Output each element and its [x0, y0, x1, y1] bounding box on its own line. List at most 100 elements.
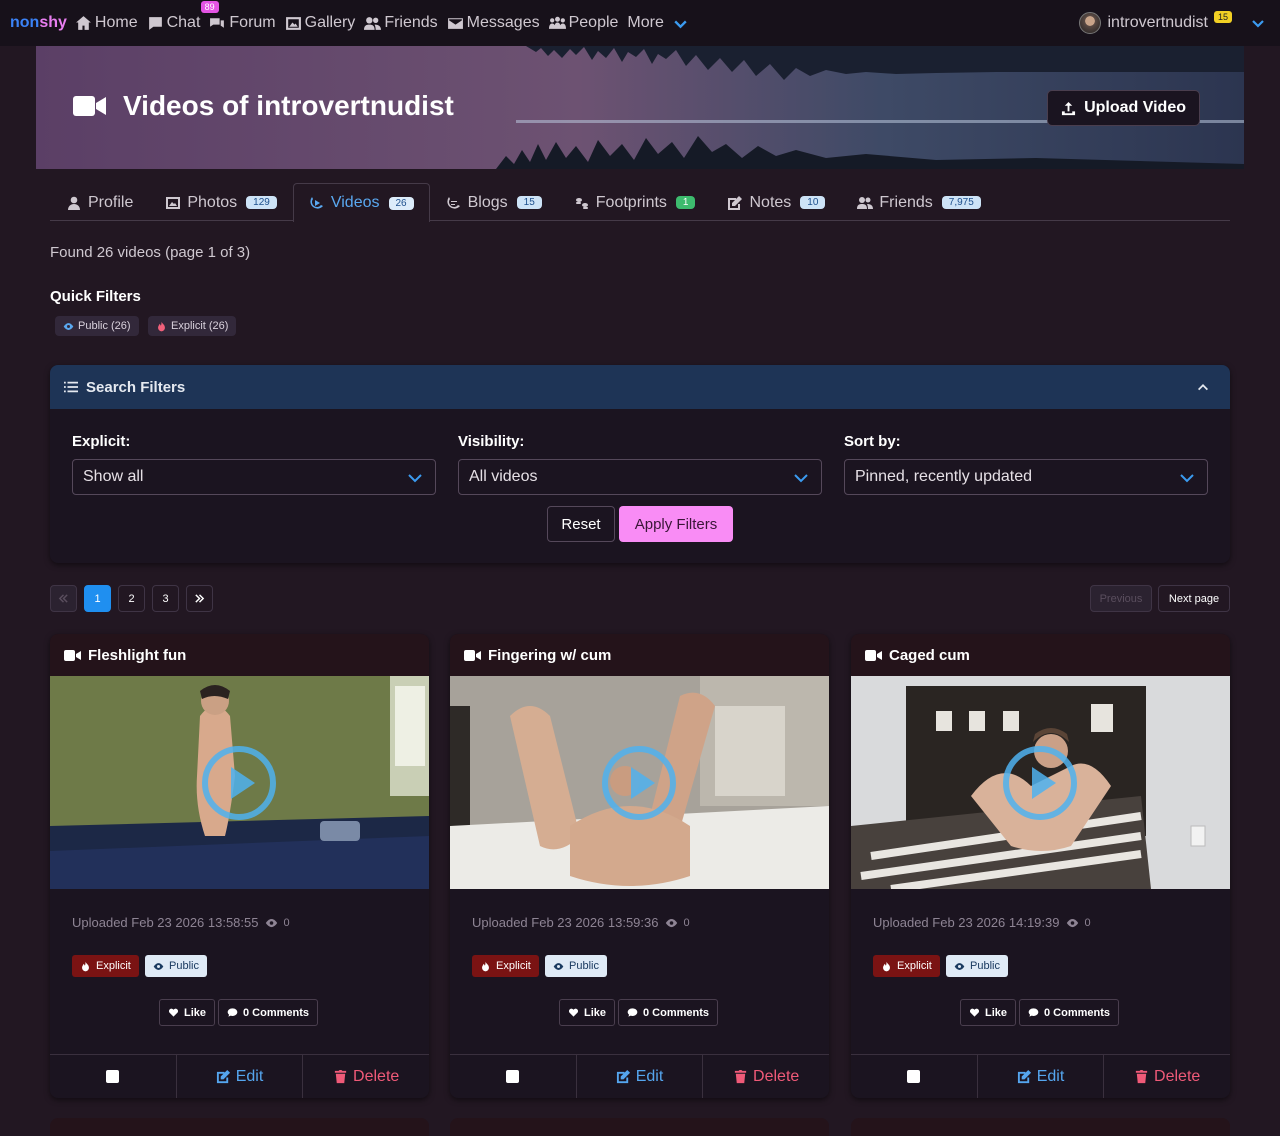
comments-button[interactable]: 0 Comments: [1019, 999, 1120, 1026]
chevron-up-icon[interactable]: [1196, 380, 1210, 394]
play-icon: [602, 746, 676, 820]
video-icon: [310, 197, 323, 209]
delete-button[interactable]: Delete: [303, 1055, 429, 1098]
play-icon: [202, 746, 276, 820]
select-checkbox[interactable]: [506, 1070, 520, 1083]
tab-count-badge: 26: [388, 196, 414, 210]
select-checkbox-cell: [50, 1055, 177, 1098]
previous-page-button: Previous: [1090, 585, 1152, 612]
card-actions: Edit Delete: [50, 1054, 429, 1098]
top-navbar: nonshy Home Chat 89 Forum Gallery Friend…: [0, 0, 1280, 46]
tab-photos[interactable]: Photos 129: [149, 183, 293, 221]
public-badge: Public: [145, 955, 207, 977]
double-chevron-right-icon: [195, 594, 205, 603]
nav-home[interactable]: Home: [75, 14, 138, 32]
heart-icon: [568, 1008, 579, 1017]
forum-icon: [210, 17, 225, 28]
quick-filter-explicit[interactable]: Explicit (26): [148, 316, 237, 336]
select-checkbox[interactable]: [106, 1070, 120, 1083]
upload-meta: Uploaded Feb 23 2026 13:58:55 0: [72, 915, 290, 930]
results-count: Found 26 videos (page 1 of 3): [50, 244, 251, 261]
edit-button[interactable]: Edit: [177, 1055, 304, 1098]
tab-videos[interactable]: Videos 26: [292, 183, 430, 222]
nav-gallery[interactable]: Gallery: [285, 14, 355, 32]
page-1-button[interactable]: 1: [84, 585, 111, 612]
nav-chat[interactable]: Chat 89: [147, 1, 219, 32]
footprints-icon: [575, 197, 588, 209]
last-page-button[interactable]: [186, 585, 213, 612]
view-count: 0: [683, 916, 690, 929]
upload-icon: [1062, 101, 1076, 115]
nav-forum[interactable]: Forum: [209, 14, 276, 32]
quick-filter-public[interactable]: Public (26): [55, 316, 139, 336]
nav-messages[interactable]: Messages: [447, 14, 540, 32]
tab-blogs[interactable]: Blogs 15: [430, 183, 558, 221]
select-checkbox-cell: [851, 1055, 978, 1098]
explicit-label: Explicit:: [72, 433, 131, 450]
video-card: Caged cum Uploaded Feb 23 2026 14:19:39 …: [851, 634, 1230, 1098]
page-3-button[interactable]: 3: [152, 585, 179, 612]
like-button[interactable]: Like: [159, 999, 216, 1026]
apply-filters-button[interactable]: Apply Filters: [619, 506, 733, 542]
upload-video-button[interactable]: Upload Video: [1047, 90, 1200, 126]
tab-profile[interactable]: Profile: [50, 183, 149, 221]
upload-meta: Uploaded Feb 23 2026 14:19:39 0: [873, 915, 1091, 930]
video-camera-icon: [464, 649, 481, 661]
delete-button[interactable]: Delete: [703, 1055, 829, 1098]
tab-friends[interactable]: Friends 7,975: [841, 183, 996, 221]
home-icon: [75, 15, 91, 30]
select-checkbox[interactable]: [907, 1070, 921, 1083]
video-card-header: Fingering w/ cum: [450, 634, 829, 676]
tab-footprints[interactable]: Footprints 1: [558, 183, 712, 221]
like-button[interactable]: Like: [559, 999, 616, 1026]
edit-button[interactable]: Edit: [577, 1055, 704, 1098]
video-card: [450, 1118, 829, 1136]
video-camera-icon: [73, 96, 106, 116]
video-thumbnail[interactable]: [50, 676, 429, 889]
video-camera-icon: [64, 649, 81, 661]
list-icon: [64, 381, 78, 393]
explicit-badge: Explicit: [472, 955, 539, 977]
view-count: 0: [283, 916, 290, 929]
chat-count-badge: 89: [200, 1, 219, 13]
user-icon: [68, 196, 80, 210]
card-actions: Edit Delete: [450, 1054, 829, 1098]
reset-button[interactable]: Reset: [547, 506, 615, 542]
chevron-down-icon: [1180, 474, 1194, 483]
nav-friends[interactable]: Friends: [364, 14, 438, 32]
comments-button[interactable]: 0 Comments: [618, 999, 719, 1026]
fire-icon: [482, 961, 489, 971]
video-thumbnail[interactable]: [450, 676, 829, 889]
sort-select[interactable]: Pinned, recently updated: [844, 459, 1208, 495]
tab-notes[interactable]: Notes 10: [711, 183, 841, 221]
like-button[interactable]: Like: [960, 999, 1017, 1026]
tab-count-badge: 129: [246, 196, 277, 209]
people-icon: [548, 16, 566, 29]
page-2-button[interactable]: 2: [118, 585, 145, 612]
first-page-button: [50, 585, 77, 612]
trash-icon: [334, 1069, 347, 1084]
edit-icon: [616, 1069, 630, 1084]
search-filters-header[interactable]: Search Filters: [50, 365, 1230, 409]
nav-more[interactable]: More: [627, 14, 688, 32]
video-thumbnail[interactable]: [851, 676, 1230, 889]
explicit-select[interactable]: Show all: [72, 459, 436, 495]
double-chevron-left-icon: [58, 594, 68, 603]
edit-button[interactable]: Edit: [978, 1055, 1105, 1098]
select-checkbox-cell: [450, 1055, 577, 1098]
page-banner: Videos of introvertnudist Upload Video: [36, 46, 1244, 169]
next-page-button[interactable]: Next page: [1158, 585, 1230, 612]
nav-people[interactable]: People: [548, 14, 618, 32]
gallery-icon: [285, 16, 301, 30]
user-menu[interactable]: introvertnudist 15: [1079, 0, 1266, 46]
tab-count-badge: 15: [516, 196, 542, 209]
chevron-down-icon: [408, 474, 422, 483]
video-card: Fleshlight fun Uploaded Feb 23 2026 13:5…: [50, 634, 429, 1098]
tab-count-badge: 1: [675, 196, 696, 209]
heart-icon: [168, 1008, 179, 1017]
delete-button[interactable]: Delete: [1104, 1055, 1230, 1098]
comments-button[interactable]: 0 Comments: [218, 999, 319, 1026]
video-card: [851, 1118, 1230, 1136]
visibility-select[interactable]: All videos: [458, 459, 822, 495]
site-logo[interactable]: nonshy: [10, 14, 67, 32]
